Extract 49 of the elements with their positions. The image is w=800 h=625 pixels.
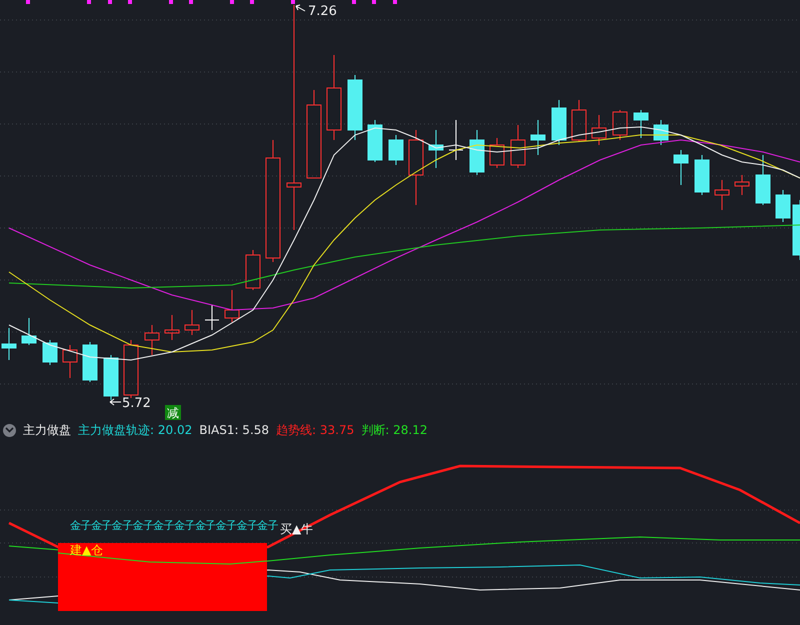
candlestick xyxy=(756,154,770,206)
collapse-button[interactable] xyxy=(3,424,16,436)
candlestick xyxy=(714,180,730,210)
build-signal-label: 建▲仓 xyxy=(70,543,104,557)
candlestick xyxy=(104,354,118,400)
indicator-title: 主力做盘 xyxy=(23,422,71,439)
indicator-value: 趋势线: 33.75 xyxy=(276,422,354,439)
signal-tag: 减 xyxy=(165,405,181,420)
candlestick xyxy=(428,130,444,168)
candlestick xyxy=(634,110,648,138)
candlestick xyxy=(22,318,36,346)
candlestick xyxy=(224,290,240,322)
candlestick xyxy=(448,120,464,160)
candlestick xyxy=(654,120,668,146)
candlestick xyxy=(470,130,484,176)
candlestick xyxy=(776,190,790,222)
candlestick xyxy=(348,74,362,140)
candlestick xyxy=(204,304,220,330)
candlestick xyxy=(674,150,688,186)
candlestick xyxy=(612,110,628,140)
candlestick xyxy=(530,120,546,156)
candlestick xyxy=(62,344,78,378)
candlestick xyxy=(792,200,800,260)
repeated-signal-label: 金子金子金子金子金子金子金子金子金子金子 xyxy=(70,519,278,532)
candlestick xyxy=(388,134,404,166)
chevron-down-icon xyxy=(5,427,14,433)
candlestick xyxy=(552,100,566,146)
candlestick xyxy=(246,250,260,290)
candlestick xyxy=(510,124,526,168)
arrow-icon xyxy=(110,398,122,406)
candlestick xyxy=(124,340,138,398)
indicator-value: 判断: 28.12 xyxy=(361,422,428,439)
candlestick xyxy=(164,314,180,340)
indicator-value: 主力做盘轨迹: 20.02 xyxy=(78,422,192,439)
candlestick xyxy=(572,100,586,142)
candlestick xyxy=(184,310,200,336)
indicator-value: BIAS1: 5.58 xyxy=(199,422,270,439)
candlestick xyxy=(2,328,16,360)
candlestick xyxy=(368,120,382,162)
arrow-icon xyxy=(296,4,306,12)
low-price-label: 5.72 xyxy=(122,396,151,411)
candlestick xyxy=(694,154,710,196)
candlestick xyxy=(734,174,750,196)
high-price-label: 7.26 xyxy=(308,4,337,19)
candlestick xyxy=(82,342,98,382)
candlestick xyxy=(144,324,160,356)
candlestick xyxy=(592,114,606,146)
candlestick xyxy=(42,340,58,366)
candlestick xyxy=(490,138,504,168)
